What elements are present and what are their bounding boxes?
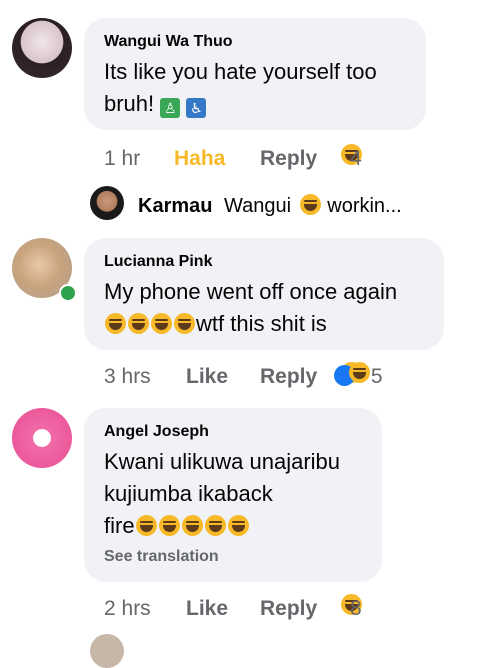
comment-bubble: Lucianna Pink My phone went off once aga…: [84, 238, 444, 350]
reaction-count: 4: [350, 147, 362, 170]
comment-author[interactable]: Lucianna Pink: [104, 252, 428, 272]
comment-bubble: Angel Joseph Kwani ulikuwa unajaribu kuj…: [84, 408, 382, 582]
comment-text-line: Kwani ulikuwa unajaribu: [104, 449, 341, 474]
wheelchair-icon: ♿: [186, 98, 207, 118]
online-status-indicator: [59, 284, 77, 302]
comment-text-line: fire: [104, 513, 135, 538]
rofl-emoji-icon: [158, 515, 180, 536]
rofl-emoji-icon: [128, 313, 149, 334]
like-button[interactable]: Like: [186, 362, 228, 392]
comment-time[interactable]: 2 hrs: [104, 594, 151, 624]
reaction-summary[interactable]: 8: [340, 594, 362, 624]
comment-text: Its like you hate yourself too bruh! ♙ ♿: [104, 56, 410, 120]
see-translation-link[interactable]: See translation: [104, 548, 366, 566]
comment-text-line: My phone went off once again: [104, 279, 398, 304]
rofl-emoji-icon: [204, 515, 226, 536]
rofl-emoji-icon: [181, 515, 203, 536]
like-button[interactable]: Like: [186, 594, 228, 624]
rofl-emoji-icon: [227, 515, 249, 536]
comment-time[interactable]: 3 hrs: [104, 362, 151, 392]
reaction-summary[interactable]: 5: [334, 362, 383, 392]
comment-text: Kwani ulikuwa unajaribu kujiumba ikaback…: [104, 446, 366, 542]
rofl-emoji-icon: [105, 313, 126, 334]
reply-text: Wangui: [224, 195, 292, 217]
comment-actions: 2 hrs Like Reply 8: [104, 594, 444, 624]
comment-bubble: Wangui Wa Thuo Its like you hate yoursel…: [84, 18, 426, 130]
comment-text-line: kujiumba ikaback: [104, 481, 273, 506]
comment-actions: 3 hrs Like Reply 5: [104, 362, 444, 392]
comment-text-line: wtf this shit is: [196, 311, 327, 336]
reply-button[interactable]: Reply: [260, 362, 317, 392]
comment-text-line: bruh!: [104, 91, 155, 116]
avatar[interactable]: [90, 634, 124, 668]
wow-emoji-icon: [349, 362, 370, 383]
reaction-count: 8: [350, 597, 362, 620]
comment-author[interactable]: Wangui Wa Thuo: [104, 32, 410, 52]
comment-text: My phone went off once again wtf this sh…: [104, 276, 428, 340]
avatar[interactable]: [12, 408, 72, 468]
reply-button[interactable]: Reply: [260, 594, 317, 624]
rofl-emoji-icon: [135, 515, 157, 536]
reply-preview[interactable]: Karmau Wangui workin...: [138, 191, 468, 221]
comment-author[interactable]: Angel Joseph: [104, 422, 366, 442]
comment-time[interactable]: 1 hr: [104, 144, 140, 174]
restroom-icon: ♙: [160, 98, 181, 118]
reaction-summary[interactable]: 4: [340, 144, 362, 174]
reply-button[interactable]: Reply: [260, 144, 317, 174]
reply-author: Karmau: [138, 195, 213, 217]
rofl-emoji-icon: [151, 313, 172, 334]
avatar[interactable]: [12, 18, 72, 78]
haha-button[interactable]: Haha: [174, 144, 225, 174]
reply-text: workin...: [327, 195, 402, 217]
confused-emoji-icon: [299, 194, 321, 215]
comment-actions: 1 hr Haha Reply 4: [104, 144, 424, 174]
rofl-emoji-icon: [174, 313, 195, 334]
reaction-count: 5: [370, 365, 383, 388]
comment-text-line: Its like you hate yourself too: [104, 59, 377, 84]
avatar[interactable]: [90, 186, 124, 220]
